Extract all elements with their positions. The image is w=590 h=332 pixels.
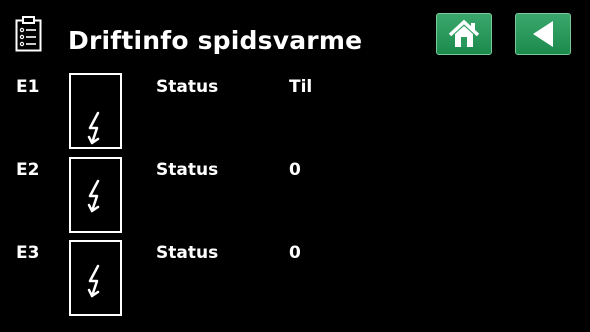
status-value-e1: Til xyxy=(289,77,313,97)
row-label-e3: E3 xyxy=(16,243,40,263)
status-label-e3: Status xyxy=(156,243,219,263)
status-label-e2: Status xyxy=(156,160,219,180)
status-label-e1: Status xyxy=(156,77,219,97)
electric-heater-icon xyxy=(69,240,122,316)
home-button[interactable] xyxy=(436,13,492,55)
status-value-e3: 0 xyxy=(289,243,301,263)
row-label-e2: E2 xyxy=(16,160,40,180)
back-button[interactable] xyxy=(515,13,571,55)
clipboard-list-icon xyxy=(15,16,42,52)
electric-heater-icon xyxy=(69,73,122,149)
status-value-e2: 0 xyxy=(289,160,301,180)
electric-heater-icon xyxy=(69,157,122,233)
home-icon xyxy=(448,19,480,47)
row-label-e1: E1 xyxy=(16,77,40,97)
page-title: Driftinfo spidsvarme xyxy=(68,26,363,55)
back-arrow-icon xyxy=(533,21,553,47)
